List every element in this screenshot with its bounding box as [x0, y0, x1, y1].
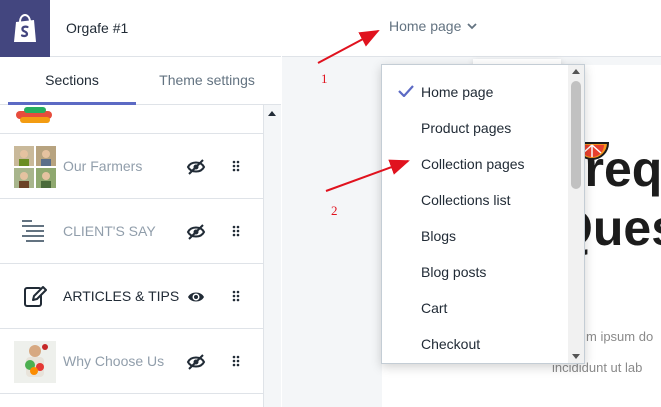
- annotation-number: 1: [321, 71, 328, 86]
- sidebar-topbar: Orgafe #1: [0, 0, 281, 57]
- edit-note-icon: [24, 286, 47, 307]
- section-row-our-farmers[interactable]: Our Farmers: [0, 134, 263, 199]
- fruit-image: [16, 107, 52, 123]
- dropdown-item-blog-posts[interactable]: Blog posts: [382, 253, 568, 289]
- dropdown-item-label: Checkout: [421, 336, 481, 352]
- eye-icon[interactable]: [186, 287, 206, 307]
- dropdown-item-checkout[interactable]: Checkout: [382, 325, 568, 361]
- dropdown-item-label: Product pages: [421, 120, 512, 136]
- dropdown-scrollbar[interactable]: [568, 65, 584, 363]
- dropdown-item-blogs[interactable]: Blogs: [382, 217, 568, 253]
- dropdown-item-label: Home page: [421, 84, 494, 100]
- drag-handle-icon[interactable]: [232, 225, 240, 237]
- section-row[interactable]: [0, 105, 263, 134]
- dropdown-item-label: Cart: [421, 300, 448, 316]
- scroll-up-arrow-icon[interactable]: [268, 111, 276, 116]
- dropdown-item-collection-pages[interactable]: Collection pages: [382, 145, 568, 181]
- page-selector-value: Home page: [389, 18, 462, 34]
- text-lines-icon: [22, 220, 44, 242]
- dropdown-item-label: Collection pages: [421, 156, 525, 172]
- sidebar-scrollbar[interactable]: [263, 105, 281, 407]
- eye-hidden-icon[interactable]: [186, 222, 206, 242]
- dropdown-item-collections-list[interactable]: Collections list: [382, 181, 568, 217]
- drag-handle-icon[interactable]: [232, 290, 240, 302]
- scroll-up-arrow-icon[interactable]: [572, 69, 580, 74]
- store-name: Orgafe #1: [66, 20, 129, 36]
- section-row-why-choose-us[interactable]: Why Choose Us: [0, 329, 263, 394]
- sections-list: Our Farmers CLIENT'S SAY ARTICLES & TIPS…: [0, 105, 263, 407]
- section-label: ARTICLES & TIPS: [63, 288, 180, 304]
- dropdown-item-label: Collections list: [421, 192, 511, 208]
- scroll-down-arrow-icon[interactable]: [572, 354, 580, 359]
- dropdown-scrollbar-thumb[interactable]: [571, 81, 581, 189]
- eye-hidden-icon[interactable]: [186, 157, 206, 177]
- dropdown-item-label: Blog posts: [421, 264, 487, 280]
- section-label: Why Choose Us: [63, 353, 165, 369]
- section-label: Our Farmers: [63, 158, 143, 174]
- preview-body-text: m ipsum do: [586, 329, 654, 344]
- preview-header: Home page: [282, 0, 661, 57]
- dropdown-item-cart[interactable]: Cart: [382, 289, 568, 325]
- theme-editor-sidebar: Orgafe #1 Sections Theme settings Our Fa…: [0, 0, 281, 407]
- section-row-articles-tips[interactable]: ARTICLES & TIPS: [0, 264, 263, 329]
- dropdown-item-product-pages[interactable]: Product pages: [382, 109, 568, 145]
- drag-handle-icon[interactable]: [232, 160, 240, 172]
- dropdown-item-label: Blogs: [421, 228, 457, 244]
- tab-sections[interactable]: Sections: [8, 57, 136, 105]
- eye-hidden-icon[interactable]: [186, 352, 206, 372]
- farmers-image: [14, 146, 56, 188]
- shopify-logo[interactable]: [0, 0, 50, 57]
- section-row-clients-say[interactable]: CLIENT'S SAY: [0, 199, 263, 264]
- tab-theme-settings[interactable]: Theme settings: [146, 57, 268, 104]
- sidebar-tabs: Sections Theme settings: [0, 57, 281, 105]
- shopify-bag-icon: [14, 13, 36, 42]
- section-label: CLIENT'S SAY: [63, 223, 156, 239]
- page-type-dropdown[interactable]: Home page Product pages Collection pages…: [381, 64, 585, 364]
- page-selector[interactable]: Home page: [389, 18, 478, 34]
- dropdown-item-home-page[interactable]: Home page: [382, 73, 568, 109]
- drag-handle-icon[interactable]: [232, 355, 240, 367]
- annotation-number: 2: [331, 203, 338, 218]
- checkmark-icon: [398, 85, 414, 97]
- vegetables-image: [14, 341, 56, 383]
- chevron-down-icon: [467, 22, 478, 29]
